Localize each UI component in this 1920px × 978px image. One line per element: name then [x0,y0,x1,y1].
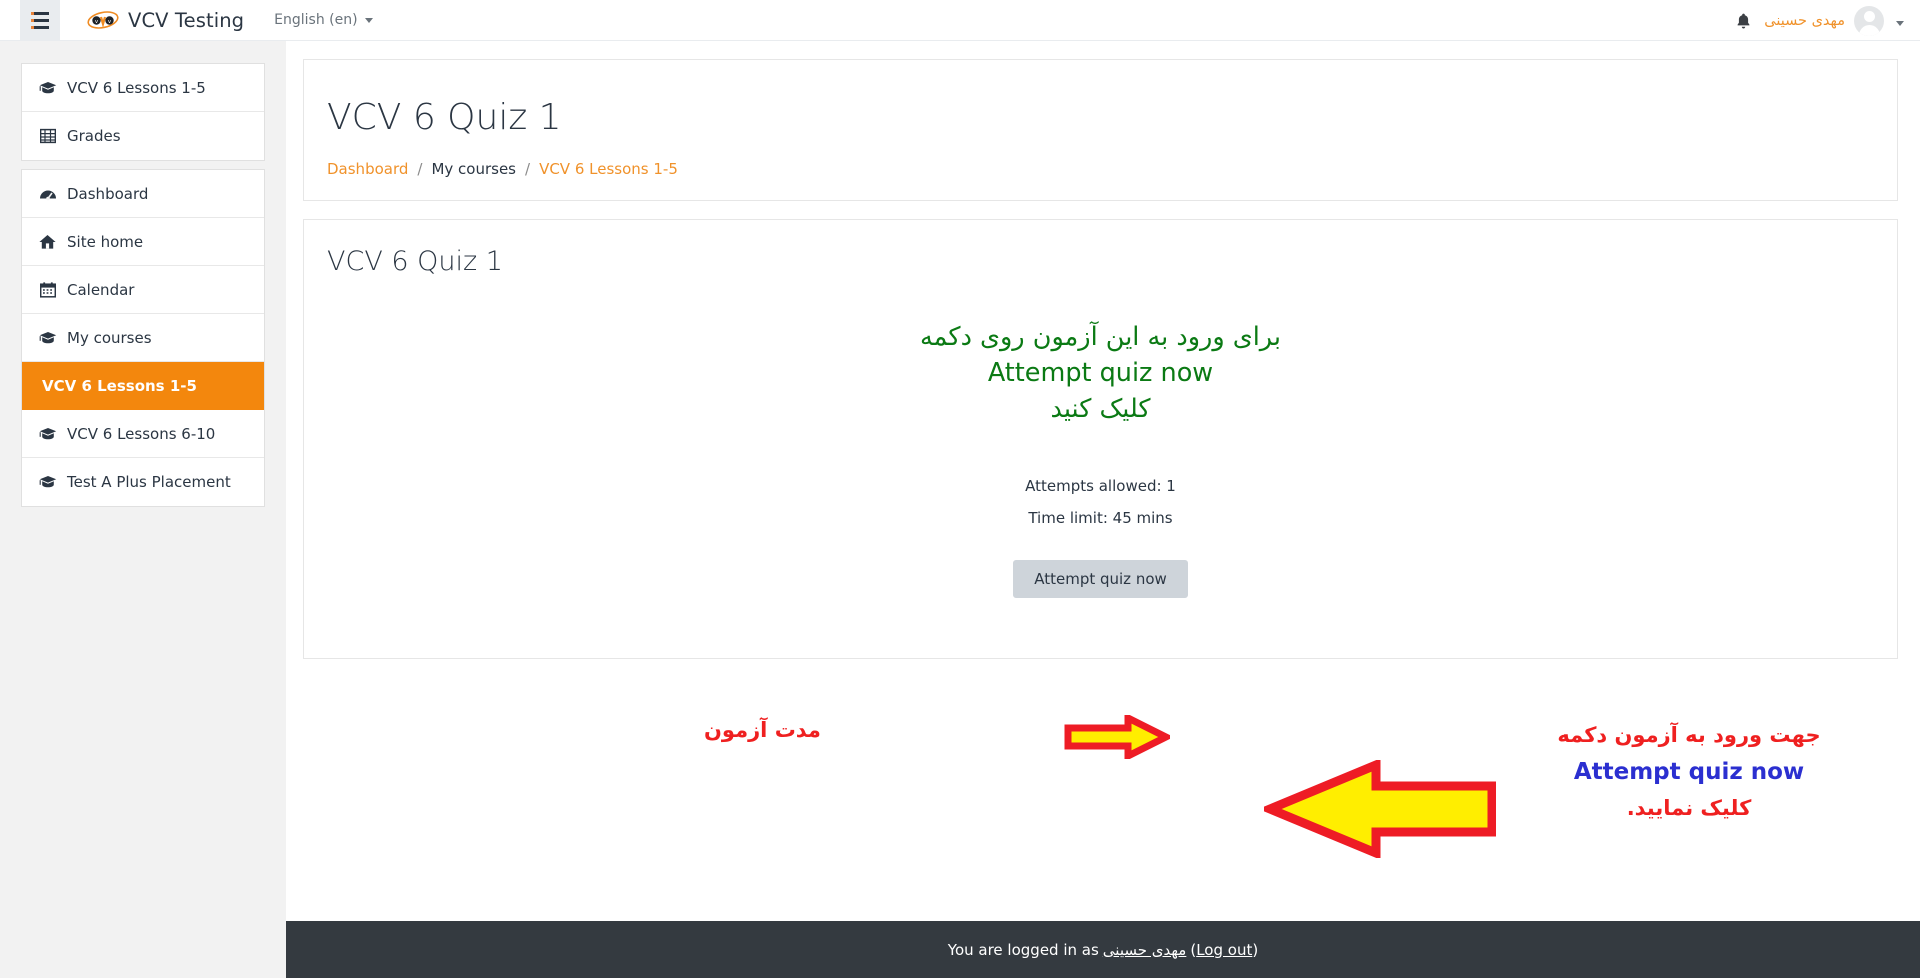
sidebar-item-label: Site home [67,232,144,251]
avatar-body [1858,24,1880,36]
sidebar-navigation: VCV 6 Lessons 1-5 Grades Dashboard Site … [0,41,286,978]
avatar[interactable] [1854,5,1884,36]
breadcrumb-course[interactable]: VCV 6 Lessons 1-5 [539,160,678,178]
sidebar-item-site-home[interactable]: Site home [22,218,264,266]
attempt-quiz-now-button[interactable]: Attempt quiz now [1013,560,1188,599]
home-icon [38,232,57,251]
breadcrumb: Dashboard / My courses / VCV 6 Lessons 1… [327,160,1874,178]
sidebar-item-dashboard[interactable]: Dashboard [22,170,264,218]
breadcrumb-separator: / [525,159,531,178]
brand-link[interactable]: v v VCV Testing [87,9,244,32]
graduation-cap-icon [38,78,57,97]
page-header-card: VCV 6 Quiz 1 Dashboard / My courses / VC… [303,59,1898,201]
brand-title: VCV Testing [128,8,245,32]
green-instruction-line-3: کلیک کنید [1050,394,1151,424]
annotation-right-instruction: جهت ورود به آزمون دکمه Attempt quiz now … [1509,720,1869,825]
sidebar-item-test-a-plus-placement[interactable]: Test A Plus Placement [22,458,264,506]
footer-close-paren: ) [1252,940,1259,959]
breadcrumb-separator: / [417,159,423,178]
graduation-cap-icon [38,328,57,347]
main-content: VCV 6 Quiz 1 Dashboard / My courses / VC… [286,41,1920,921]
sidebar-item-label: My courses [67,328,152,347]
top-navbar: v v VCV Testing English (en) مهدی حسینی [0,0,1920,41]
annotation-arrow-small-icon [1064,711,1174,763]
annotation-right-line-1: جهت ورود به آزمون دکمه [1557,722,1821,747]
hamburger-bar [31,11,49,15]
sidebar-item-label: Dashboard [67,184,149,203]
annotation-arrow-big-icon [1258,757,1497,862]
green-instruction-line-1: برای ورود به این آزمون روی دکمه [920,321,1281,352]
time-limit-text: Time limit: 45 mins [1028,508,1173,527]
hamburger-bar [31,18,49,22]
sidebar-item-label: Calendar [67,280,135,299]
sidebar-item-grades[interactable]: Grades [22,112,264,160]
vcv-logo-icon: v v [87,10,119,30]
dashboard-gauge-icon [38,184,57,203]
grades-table-icon [38,127,57,146]
breadcrumb-my-courses[interactable]: My courses [431,160,516,178]
language-menu[interactable]: English (en) [274,12,373,28]
sidebar-item-label: VCV 6 Lessons 1-5 [67,78,206,97]
sidebar-item-vcv-6-lessons-1-5-active[interactable]: VCV 6 Lessons 1-5 [22,362,264,410]
footer-user-link[interactable]: مهدی حسینی [1103,941,1187,959]
user-name-label[interactable]: مهدی حسینی [1764,13,1845,29]
sidebar-block-course: VCV 6 Lessons 1-5 Grades [21,63,265,161]
quiz-section-title: VCV 6 Quiz 1 [327,245,503,277]
breadcrumb-dashboard[interactable]: Dashboard [327,160,408,178]
moodle-quiz-page: v v VCV Testing English (en) مهدی حسینی [0,0,1920,978]
graduation-cap-icon [38,473,57,492]
sidebar-item-vcv-6-lessons-1-5-course[interactable]: VCV 6 Lessons 1-5 [22,64,264,112]
page-title: VCV 6 Quiz 1 [327,97,562,138]
quiz-card: VCV 6 Quiz 1 برای ورود به این آزمون روی … [303,218,1898,860]
green-instruction-line-2: Attempt quiz now [987,357,1214,388]
quiz-center-block: برای ورود به این آزمون روی دکمه Attempt … [327,319,1874,599]
attempt-button-wrap: Attempt quiz now [327,560,1874,599]
hamburger-bar [31,25,49,29]
hamburger-menu-icon[interactable] [20,0,60,41]
annotation-right-line-2: Attempt quiz now [1573,759,1805,786]
notification-bell-icon[interactable] [1728,6,1758,36]
footer-logged-in-prefix: You are logged in as [947,940,1099,959]
sidebar-item-label: Test A Plus Placement [67,473,231,491]
footer-logout-link[interactable]: Log out [1196,941,1252,959]
sidebar-item-vcv-6-lessons-6-10[interactable]: VCV 6 Lessons 6-10 [22,410,264,458]
graduation-cap-icon [38,424,57,443]
sidebar-block-main: Dashboard Site home Calendar My courses … [21,169,265,507]
annotation-right-line-3: کلیک نمایید. [1626,795,1752,820]
user-menu-chevron-down-icon[interactable] [1896,11,1904,30]
calendar-icon [38,280,57,299]
sidebar-item-calendar[interactable]: Calendar [22,266,264,314]
annotation-duration-label: مدت آزمون [704,717,821,742]
sidebar-item-my-courses[interactable]: My courses [22,314,264,362]
quiz-green-instruction: برای ورود به این آزمون روی دکمه Attempt … [327,319,1874,428]
language-label: English (en) [274,12,358,28]
quiz-metadata: Attempts allowed: 1 Time limit: 45 mins [327,471,1874,534]
sidebar-item-label: VCV 6 Lessons 6-10 [67,424,216,443]
attempts-allowed-text: Attempts allowed: 1 [1025,477,1176,496]
avatar-head [1863,10,1875,22]
sidebar-item-label: Grades [67,127,121,145]
sidebar-item-label: VCV 6 Lessons 1-5 [42,377,197,395]
chevron-down-icon [364,17,373,23]
page-footer: You are logged in as مهدی حسینی (Log out… [286,921,1920,978]
navbar-right-group: مهدی حسینی [1728,0,1920,41]
